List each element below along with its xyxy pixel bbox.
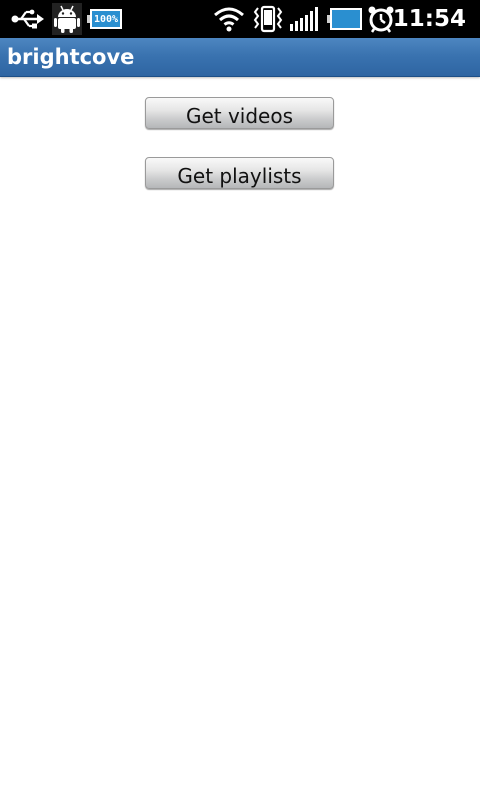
get-playlists-button[interactable]: Get playlists [145, 157, 334, 189]
get-videos-button[interactable]: Get videos [145, 97, 334, 129]
status-bar: 100% 11:54 [0, 0, 480, 38]
battery-full-icon: 100% [87, 0, 123, 38]
battery-percent-label: 100% [93, 13, 119, 25]
app-title: brightcove [7, 45, 135, 69]
usb-icon [8, 0, 48, 38]
wifi-icon [212, 0, 246, 38]
title-bar: brightcove [0, 38, 480, 77]
status-bar-time: 11:54 [392, 6, 466, 32]
vibrate-icon [250, 0, 286, 38]
battery-icon [326, 0, 364, 38]
android-debug-icon [50, 0, 84, 38]
signal-icon [288, 0, 324, 38]
alarm-icon [366, 0, 396, 38]
